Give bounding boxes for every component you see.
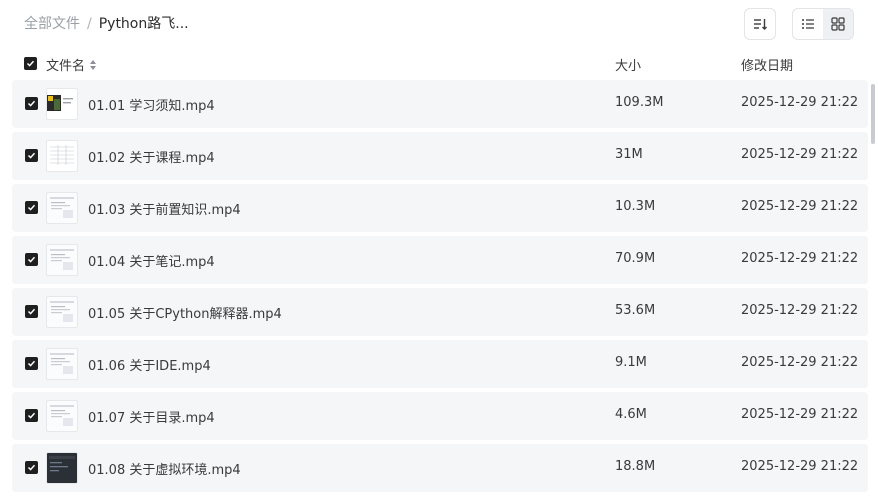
file-row[interactable]: 01.03 关于前置知识.mp4 10.3M 2025-12-29 21:22	[12, 184, 868, 232]
file-date: 2025-12-29 21:22	[741, 95, 859, 110]
checkmark-icon	[27, 204, 36, 211]
grid-view-icon	[831, 17, 845, 31]
video-thumbnail-doc	[46, 296, 78, 328]
size-column-header[interactable]: 大小	[615, 55, 641, 74]
view-toggle	[792, 8, 854, 40]
file-date: 2025-12-29 21:22	[741, 459, 859, 474]
breadcrumb-current: Python路飞...	[98, 16, 189, 32]
file-name[interactable]: 01.03 关于前置知识.mp4	[88, 199, 241, 218]
file-name[interactable]: 01.05 关于CPython解释器.mp4	[88, 303, 282, 322]
file-row[interactable]: 01.01 学习须知.mp4 109.3M 2025-12-29 21:22	[12, 80, 868, 128]
file-row[interactable]: 01.05 关于CPython解释器.mp4 53.6M 2025-12-29 …	[12, 288, 868, 336]
name-column-header[interactable]: 文件名	[46, 55, 97, 74]
checkmark-icon	[26, 60, 35, 67]
sort-icon	[754, 19, 767, 30]
row-checkbox[interactable]	[25, 253, 38, 266]
file-size: 18.8M	[615, 459, 656, 474]
file-date: 2025-12-29 21:22	[741, 251, 859, 266]
file-row[interactable]: 01.08 关于虚拟环境.mp4 18.8M 2025-12-29 21:22	[12, 444, 868, 492]
checkmark-icon	[27, 308, 36, 315]
checkmark-icon	[27, 256, 36, 263]
top-bar: 全部文件 / Python路飞...	[0, 0, 878, 48]
list-view-icon	[802, 19, 814, 29]
file-row[interactable]: 01.06 关于IDE.mp4 9.1M 2025-12-29 21:22	[12, 340, 868, 388]
file-name[interactable]: 01.04 关于笔记.mp4	[88, 251, 215, 270]
file-date: 2025-12-29 21:22	[741, 407, 859, 422]
checkmark-icon	[27, 360, 36, 367]
row-checkbox[interactable]	[25, 461, 38, 474]
file-date: 2025-12-29 21:22	[741, 355, 859, 370]
file-row[interactable]: 01.07 关于目录.mp4 4.6M 2025-12-29 21:22	[12, 392, 868, 440]
breadcrumb-root-link[interactable]: 全部文件	[24, 14, 80, 34]
video-thumbnail-dark-ide	[46, 452, 78, 484]
file-name[interactable]: 01.01 学习须知.mp4	[88, 95, 215, 114]
scrollbar-thumb[interactable]	[871, 84, 875, 144]
file-date: 2025-12-29 21:22	[741, 147, 859, 162]
breadcrumb-separator: /	[87, 16, 92, 32]
video-thumbnail-slides-yellow	[46, 88, 78, 120]
file-size: 4.6M	[615, 407, 647, 422]
sort-toggle-icon	[90, 59, 97, 70]
file-row[interactable]: 01.04 关于笔记.mp4 70.9M 2025-12-29 21:22	[12, 236, 868, 284]
file-size: 10.3M	[615, 199, 656, 214]
sort-button[interactable]	[744, 8, 776, 40]
checkmark-icon	[27, 464, 36, 471]
video-thumbnail-table	[46, 140, 78, 172]
file-size: 109.3M	[615, 95, 664, 110]
file-date: 2025-12-29 21:22	[741, 199, 859, 214]
file-name[interactable]: 01.07 关于目录.mp4	[88, 407, 215, 426]
date-column-header[interactable]: 修改日期	[741, 55, 793, 74]
checkmark-icon	[27, 412, 36, 419]
grid-view-button[interactable]	[823, 9, 853, 39]
file-name[interactable]: 01.02 关于课程.mp4	[88, 147, 215, 166]
file-size: 31M	[615, 147, 643, 162]
video-thumbnail-doc	[46, 244, 78, 276]
row-checkbox[interactable]	[25, 409, 38, 422]
table-header: 文件名 大小 修改日期	[0, 52, 878, 76]
row-checkbox[interactable]	[25, 305, 38, 318]
row-checkbox[interactable]	[25, 149, 38, 162]
file-size: 70.9M	[615, 251, 656, 266]
checkmark-icon	[27, 100, 36, 107]
file-name[interactable]: 01.06 关于IDE.mp4	[88, 355, 211, 374]
list-view-button[interactable]	[793, 9, 823, 39]
row-checkbox[interactable]	[25, 357, 38, 370]
video-thumbnail-doc	[46, 192, 78, 224]
file-list: 01.01 学习须知.mp4 109.3M 2025-12-29 21:22 0…	[12, 80, 868, 498]
breadcrumb: 全部文件 / Python路飞...	[24, 14, 189, 34]
video-thumbnail-doc	[46, 400, 78, 432]
file-name[interactable]: 01.08 关于虚拟环境.mp4	[88, 459, 241, 478]
file-row[interactable]: 01.02 关于课程.mp4 31M 2025-12-29 21:22	[12, 132, 868, 180]
file-size: 9.1M	[615, 355, 647, 370]
row-checkbox[interactable]	[25, 201, 38, 214]
file-size: 53.6M	[615, 303, 656, 318]
video-thumbnail-doc	[46, 348, 78, 380]
name-column-label: 文件名	[46, 59, 86, 74]
checkmark-icon	[27, 152, 36, 159]
file-date: 2025-12-29 21:22	[741, 303, 859, 318]
select-all-checkbox[interactable]	[24, 57, 37, 70]
row-checkbox[interactable]	[25, 97, 38, 110]
file-browser: 全部文件 / Python路飞... 文件名 大小 修改日期 01.01 学习须…	[0, 0, 878, 498]
